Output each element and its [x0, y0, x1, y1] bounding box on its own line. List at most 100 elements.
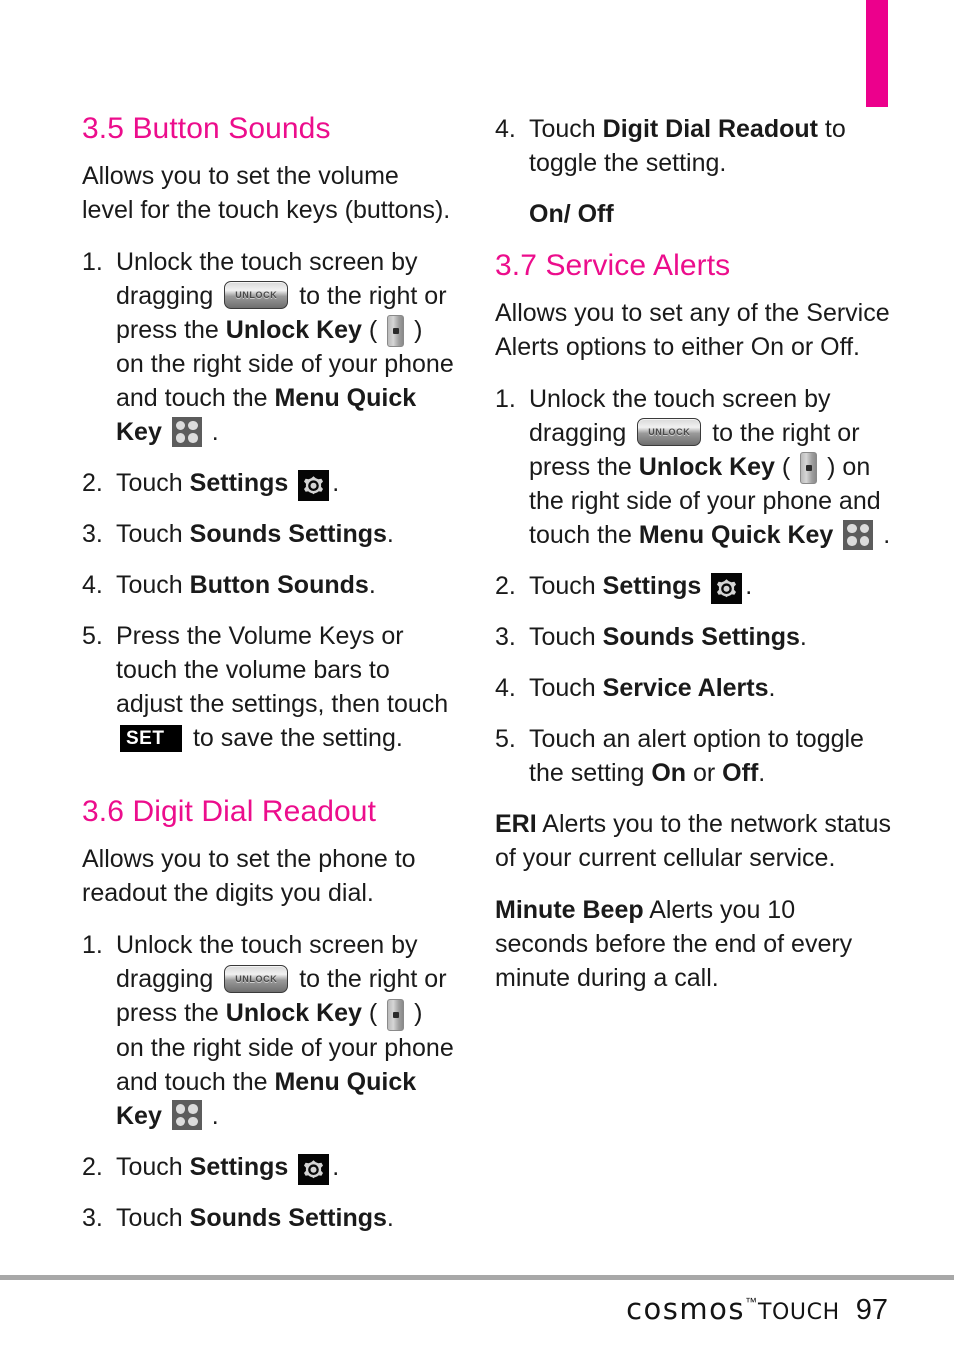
menu-quick-key-icon	[843, 519, 874, 550]
dot	[188, 1104, 198, 1114]
eri-term: ERI	[495, 810, 537, 839]
settings-gear-icon	[298, 1153, 330, 1185]
unlock-slider-label: UNLOCK	[648, 427, 691, 438]
on-off-options: On/ Off	[529, 200, 614, 228]
dot	[188, 1116, 198, 1127]
step-3-5-3: 3. Touch Sounds Settings.	[82, 517, 454, 551]
step-3-7-4: 4. Touch Service Alerts.	[495, 671, 895, 705]
paren-open: (	[781, 453, 791, 481]
dot	[175, 1104, 186, 1114]
intro-3-5: Allows you to set the volume level for t…	[82, 162, 451, 224]
step-3-6-1: 1. Unlock the touch screen by dragging UN…	[82, 928, 454, 1132]
step-number: 5.	[82, 622, 103, 651]
unlock-slider-label: UNLOCK	[235, 290, 278, 301]
step-text: Touch	[116, 1203, 183, 1232]
step-text: or	[692, 759, 716, 788]
unlock-slider-icon: UNLOCK	[224, 281, 289, 310]
step-number: 4.	[495, 674, 516, 703]
sounds-settings-term: Sounds Settings	[189, 520, 387, 549]
button-sounds-term: Button Sounds	[189, 571, 369, 600]
dot	[847, 523, 857, 534]
dot	[175, 420, 186, 431]
trademark-symbol: ™	[744, 1295, 757, 1309]
step-number: 3.	[82, 520, 103, 549]
step-3-7-5: 5. Touch an alert option to toggle the se…	[495, 722, 895, 790]
step-number: 4.	[82, 571, 103, 600]
step-text: Touch	[529, 572, 596, 601]
unlock-side-key-icon	[800, 452, 818, 485]
settings-term: Settings	[189, 469, 289, 498]
step-number: 2.	[495, 572, 516, 601]
step-number: 1.	[82, 931, 103, 960]
unlock-slider-icon: UNLOCK	[637, 418, 702, 447]
minute-beep-term: Minute Beep	[495, 896, 644, 925]
settings-gear-icon	[711, 573, 743, 605]
dot	[188, 420, 198, 431]
eri-description: Alerts you to the network status of your…	[495, 810, 892, 873]
dot	[175, 433, 186, 443]
step-text: Touch	[529, 115, 596, 143]
page-number: 97	[855, 1294, 888, 1326]
step-number: 3.	[82, 1203, 103, 1232]
paren-open: (	[368, 316, 378, 344]
dot	[175, 1116, 186, 1127]
intro-3-7: Allows you to set any of the Service Ale…	[495, 299, 890, 361]
step-3-5-1: 1. Unlock the touch screen by dragging UN…	[82, 245, 454, 449]
step-number: 1.	[495, 385, 516, 413]
unlock-side-key-icon	[387, 998, 405, 1031]
step-number: 1.	[82, 248, 103, 276]
period: .	[386, 520, 394, 549]
menu-quick-key-icon	[171, 416, 202, 447]
period: .	[745, 572, 753, 601]
period: .	[799, 623, 807, 652]
brand-cosmos-logo: cosmos	[626, 1292, 745, 1326]
period: .	[211, 418, 219, 447]
period: .	[768, 674, 776, 703]
step-text: Touch	[529, 623, 596, 652]
unlock-key-term: Unlock Key	[225, 316, 362, 344]
period: .	[211, 1101, 219, 1130]
set-button-icon: SET	[120, 725, 182, 753]
settings-term: Settings	[602, 572, 702, 601]
service-alerts-term: Service Alerts	[602, 674, 769, 703]
step-number: 2.	[82, 469, 103, 498]
dot	[847, 536, 857, 546]
dot	[859, 536, 870, 546]
step-3-5-5: 5. Press the Volume Keys or touch the vol…	[82, 619, 454, 755]
settings-gear-icon	[298, 470, 330, 502]
step-text: Press the Volume Keys or touch the volum…	[116, 622, 449, 719]
brand-touch-label: TOUCH	[757, 1300, 840, 1325]
heading-3-5-button-sounds: 3.5 Button Sounds	[82, 112, 331, 145]
dot	[859, 523, 870, 534]
step-number: 5.	[495, 725, 516, 754]
settings-term: Settings	[189, 1152, 289, 1181]
heading-3-7-service-alerts: 3.7 Service Alerts	[495, 249, 731, 282]
step-text: Touch	[116, 469, 183, 498]
step-3-5-4: 4. Touch Button Sounds.	[82, 568, 454, 602]
unlock-key-term: Unlock Key	[225, 999, 362, 1028]
unlock-slider-label: UNLOCK	[235, 973, 278, 984]
step-text: Touch	[116, 520, 183, 549]
set-button-label: SET	[126, 728, 165, 750]
period: .	[883, 521, 891, 550]
step-number: 3.	[495, 623, 516, 652]
period: .	[368, 571, 376, 600]
page-edge-tab	[866, 0, 888, 107]
digit-dial-readout-term: Digit Dial Readout	[602, 115, 818, 143]
step-text: to save the setting.	[192, 724, 403, 753]
dot	[188, 433, 198, 443]
step-text: Touch	[116, 1152, 183, 1181]
on-term: On	[651, 759, 687, 788]
unlock-slider-icon: UNLOCK	[224, 964, 289, 993]
step-3-6-2: 2. Touch Settings .	[82, 1150, 454, 1185]
menu-quick-key-term: Menu Quick Key	[638, 521, 834, 550]
intro-3-6: Allows you to set the phone to readout t…	[82, 845, 416, 908]
step-3-5-2: 2. Touch Settings .	[82, 466, 454, 502]
step-number: 2.	[82, 1152, 103, 1181]
step-3-7-2: 2. Touch Settings .	[495, 569, 895, 605]
left-column: 3.5 Button Sounds Allows you to set the …	[82, 112, 454, 1252]
glossary-minute-beep: Minute Beep Alerts you 10 seconds before…	[495, 893, 895, 995]
step-3-7-1: 1. Unlock the touch screen by dragging UN…	[495, 382, 895, 552]
step-3-7-3: 3. Touch Sounds Settings.	[495, 620, 895, 654]
unlock-side-key-icon	[387, 315, 405, 348]
